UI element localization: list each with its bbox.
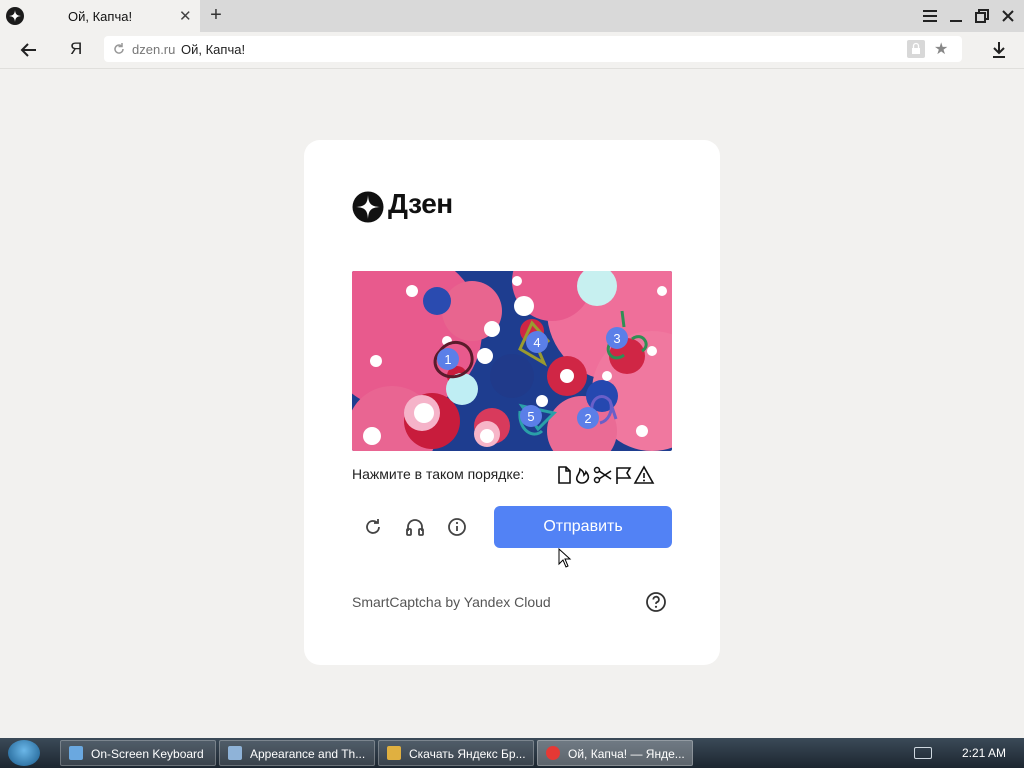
tab-title: Ой, Капча! [68, 9, 133, 24]
svg-text:5: 5 [527, 409, 534, 424]
address-bar[interactable]: dzen.ru Ой, Капча! ★ [104, 36, 962, 62]
tab-close-icon[interactable]: ✕ [179, 7, 192, 25]
scissors-icon [593, 466, 612, 484]
navigation-bar: Я dzen.ru Ой, Капча! ★ [0, 32, 1024, 69]
captcha-marker-1[interactable]: 1 [437, 348, 459, 370]
captcha-image[interactable]: 1 2 3 4 5 [352, 271, 672, 451]
start-button[interactable] [8, 740, 40, 766]
dzen-favicon-icon [6, 7, 24, 25]
tab-strip: Ой, Капча! ✕ + [0, 0, 1024, 32]
brand-title: Дзен [388, 188, 453, 219]
restore-icon[interactable] [972, 6, 992, 26]
taskbar-item-appearance[interactable]: Appearance and Th... [219, 740, 375, 766]
bookmark-star-icon[interactable]: ★ [934, 39, 948, 59]
back-arrow-icon[interactable] [18, 39, 40, 61]
taskbar-item-browser[interactable]: Ой, Капча! — Янде... [537, 740, 693, 766]
captcha-marker-5[interactable]: 5 [520, 405, 542, 427]
flag-icon [616, 467, 632, 484]
taskbar-item-keyboard[interactable]: On-Screen Keyboard [60, 740, 216, 766]
help-icon[interactable] [645, 591, 667, 613]
svg-text:3: 3 [613, 331, 620, 346]
menu-icon[interactable] [920, 6, 940, 26]
warning-icon [633, 465, 655, 484]
svg-text:2: 2 [584, 411, 591, 426]
document-icon [558, 466, 571, 484]
info-icon[interactable] [446, 516, 468, 538]
tab-active[interactable]: Ой, Капча! ✕ [0, 0, 200, 32]
smartcaptcha-credit: SmartCaptcha by Yandex Cloud [352, 594, 551, 610]
address-page-title: Ой, Капча! [181, 42, 246, 57]
installer-icon [387, 746, 401, 760]
reload-icon[interactable] [112, 42, 126, 56]
headphones-icon[interactable] [404, 516, 426, 538]
fire-icon [575, 467, 590, 484]
taskbar: On-Screen Keyboard Appearance and Th... … [0, 738, 1024, 768]
download-icon[interactable] [990, 40, 1008, 65]
yandex-logo[interactable]: Я [70, 39, 82, 59]
captcha-card: Дзен 1 2 3 4 5 Нажмите в таком порядке: … [304, 140, 720, 665]
dzen-logo-icon [352, 191, 384, 223]
svg-text:1: 1 [444, 352, 451, 367]
keyboard-icon [69, 746, 83, 760]
refresh-icon[interactable] [362, 516, 384, 538]
captcha-marker-2[interactable]: 2 [577, 407, 599, 429]
minimize-icon[interactable] [946, 6, 966, 26]
svg-text:4: 4 [533, 335, 540, 350]
new-tab-button[interactable]: + [206, 4, 226, 27]
mouse-cursor-icon [558, 547, 572, 573]
close-window-icon[interactable] [998, 6, 1018, 26]
control-panel-icon [228, 746, 242, 760]
captcha-marker-4[interactable]: 4 [526, 331, 548, 353]
taskbar-item-download[interactable]: Скачать Яндекс Бр... [378, 740, 534, 766]
tray-keyboard-icon[interactable] [914, 747, 932, 759]
submit-button[interactable]: Отправить [494, 506, 672, 548]
captcha-instruction: Нажмите в таком порядке: [352, 466, 525, 482]
order-icons [556, 465, 656, 484]
lock-icon[interactable] [907, 40, 925, 58]
yandex-browser-icon [546, 746, 560, 760]
captcha-marker-3[interactable]: 3 [606, 327, 628, 349]
clock: 2:21 AM [962, 746, 1007, 760]
address-host: dzen.ru [132, 42, 176, 57]
